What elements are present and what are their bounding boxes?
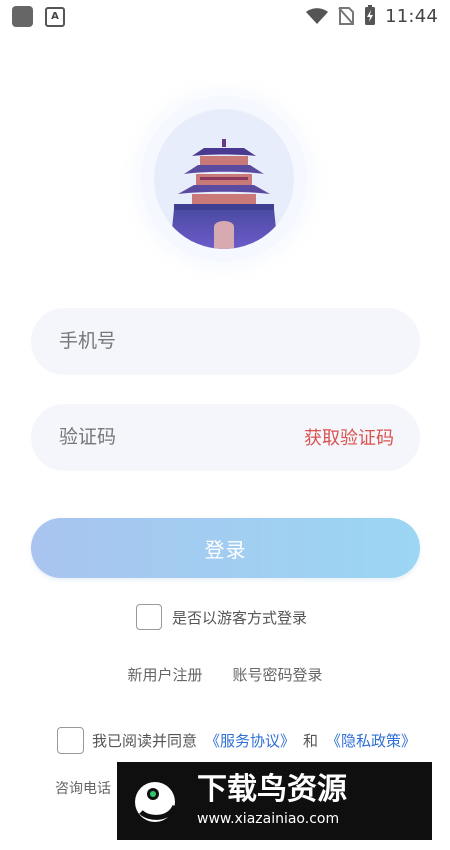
a-badge-label: A (51, 11, 59, 22)
agreement-row: 我已阅读并同意 《服务协议》 和 《隐私政策》 (57, 727, 416, 754)
watermark-banner: 下载鸟资源 www.xiazainiao.com (117, 762, 432, 840)
a-badge-icon: A (45, 6, 65, 27)
password-login-link[interactable]: 账号密码登录 (233, 664, 323, 685)
avatar (154, 109, 294, 249)
guest-login-label: 是否以游客方式登录 (172, 608, 308, 627)
drum-tower-icon (154, 109, 294, 249)
phone-field[interactable] (31, 308, 420, 374)
code-input[interactable] (57, 425, 304, 449)
agreement-checkbox[interactable] (57, 727, 84, 754)
login-button[interactable]: 登录 (31, 518, 420, 578)
guest-login-row[interactable]: 是否以游客方式登录 (136, 604, 307, 630)
watermark-title: 下载鸟资源 (197, 772, 347, 807)
guest-login-checkbox[interactable] (136, 604, 162, 630)
status-right: 11:44 (305, 5, 438, 27)
bird-logo-icon (129, 772, 187, 830)
phone-input[interactable] (57, 329, 394, 353)
service-agreement-link[interactable]: 《服务协议》 (205, 730, 295, 751)
consult-phone-label: 咨询电话 (55, 781, 111, 797)
login-screen: A 11:44 手机号 验证码 获取验证码 登录 是否以游客方式登录 新用户注册… (0, 0, 450, 850)
agreement-and: 和 (303, 732, 319, 750)
new-user-register-link[interactable]: 新用户注册 (127, 664, 202, 685)
get-code-button[interactable]: 获取验证码 (304, 424, 394, 450)
status-bar: A 11:44 (0, 0, 450, 34)
avatar-ring (141, 96, 307, 262)
code-field[interactable]: 获取验证码 (31, 404, 420, 470)
wifi-icon (305, 7, 329, 25)
status-left: A (12, 6, 65, 27)
watermark-text: 下载鸟资源 www.xiazainiao.com (197, 774, 347, 828)
privacy-policy-link[interactable]: 《隐私政策》 (326, 730, 416, 751)
battery-charging-icon (363, 5, 377, 27)
auth-links: 新用户注册 账号密码登录 (0, 664, 450, 685)
watermark-url: www.xiazainiao.com (197, 811, 340, 827)
agreement-prefix: 我已阅读并同意 (92, 732, 198, 750)
square-icon (12, 6, 33, 27)
no-sim-icon (337, 6, 355, 26)
clock: 11:44 (385, 5, 438, 27)
